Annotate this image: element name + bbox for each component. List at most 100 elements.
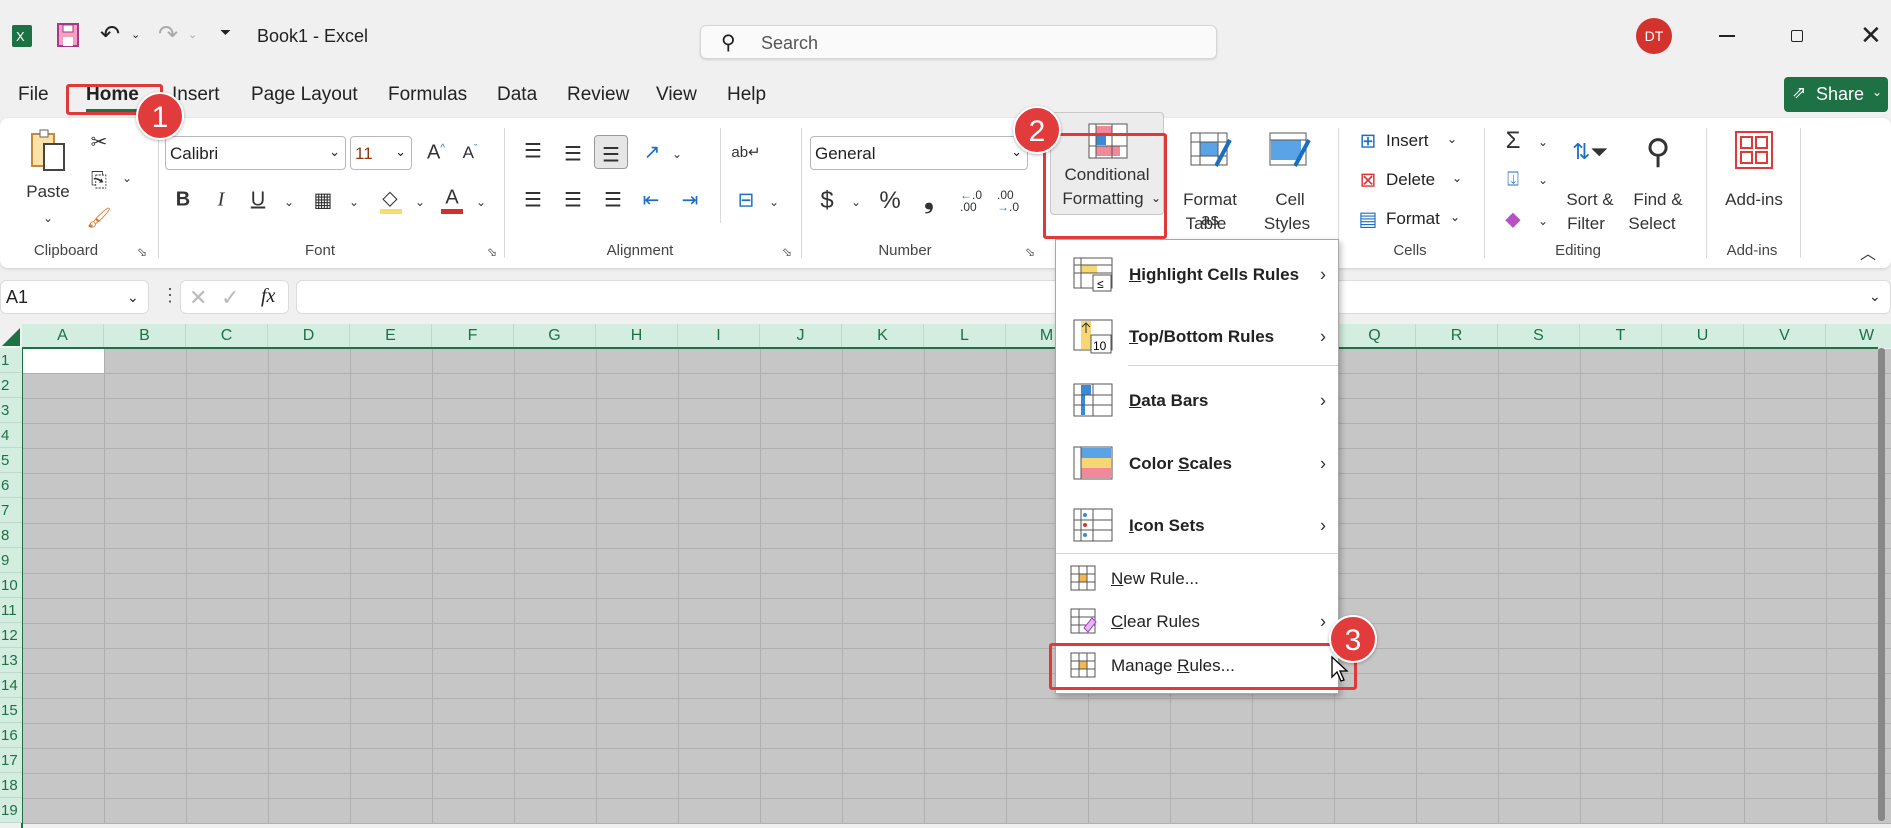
cell[interactable] <box>761 674 843 699</box>
cell[interactable] <box>1335 699 1417 724</box>
cell[interactable] <box>761 649 843 674</box>
cell[interactable] <box>433 449 515 474</box>
active-cell[interactable] <box>23 349 105 374</box>
chevron-down-icon[interactable]: ⌄ <box>1452 171 1462 185</box>
cell[interactable] <box>351 424 433 449</box>
cell[interactable] <box>515 674 597 699</box>
cell[interactable] <box>1499 624 1581 649</box>
cell[interactable] <box>23 674 105 699</box>
cell[interactable] <box>515 749 597 774</box>
cell[interactable] <box>1499 399 1581 424</box>
row-header[interactable]: 15 <box>0 698 22 723</box>
cell[interactable] <box>433 474 515 499</box>
bold-button[interactable]: B <box>176 189 190 212</box>
cell[interactable] <box>105 549 187 574</box>
tab-formulas[interactable]: Formulas <box>388 84 467 106</box>
cell[interactable] <box>761 474 843 499</box>
cell[interactable] <box>1581 524 1663 549</box>
cell[interactable] <box>433 749 515 774</box>
cell[interactable] <box>105 749 187 774</box>
cell[interactable] <box>351 699 433 724</box>
cell[interactable] <box>1745 749 1827 774</box>
cell[interactable] <box>761 574 843 599</box>
avatar[interactable]: DT <box>1636 18 1672 54</box>
cell[interactable] <box>515 549 597 574</box>
tab-review[interactable]: Review <box>567 84 629 106</box>
dialog-launcher-icon[interactable]: ⬂ <box>487 245 497 259</box>
cell[interactable] <box>187 649 269 674</box>
cell[interactable] <box>433 724 515 749</box>
cell[interactable] <box>351 524 433 549</box>
row-header[interactable]: 18 <box>0 773 22 798</box>
cell[interactable] <box>269 524 351 549</box>
column-header[interactable]: C <box>186 324 268 348</box>
cell[interactable] <box>1499 374 1581 399</box>
cell[interactable] <box>269 449 351 474</box>
cell[interactable] <box>1335 749 1417 774</box>
cell[interactable] <box>597 524 679 549</box>
cell[interactable] <box>843 549 925 574</box>
cell[interactable] <box>1581 474 1663 499</box>
cell[interactable] <box>105 524 187 549</box>
cell[interactable] <box>843 499 925 524</box>
cell[interactable] <box>761 774 843 799</box>
cell[interactable] <box>761 549 843 574</box>
cell[interactable] <box>1089 749 1171 774</box>
cell[interactable] <box>351 574 433 599</box>
column-header[interactable]: B <box>104 324 186 348</box>
cell[interactable] <box>925 774 1007 799</box>
cell[interactable] <box>1745 524 1827 549</box>
cell[interactable] <box>515 649 597 674</box>
cell[interactable] <box>515 449 597 474</box>
cell[interactable] <box>1417 424 1499 449</box>
decrease-indent-icon[interactable]: ⇤ <box>643 188 660 213</box>
cell[interactable] <box>843 749 925 774</box>
cell[interactable] <box>269 699 351 724</box>
cell[interactable] <box>1745 374 1827 399</box>
cell[interactable] <box>105 399 187 424</box>
cell[interactable] <box>1745 774 1827 799</box>
cell[interactable] <box>515 474 597 499</box>
cell[interactable] <box>23 624 105 649</box>
more-options-icon[interactable]: ⋮ <box>161 285 179 306</box>
cell[interactable] <box>1089 799 1171 824</box>
cell[interactable] <box>1417 699 1499 724</box>
cell[interactable] <box>925 749 1007 774</box>
cell[interactable] <box>1417 774 1499 799</box>
cell[interactable] <box>679 449 761 474</box>
cell[interactable] <box>351 499 433 524</box>
cell[interactable] <box>105 499 187 524</box>
cell[interactable] <box>1499 599 1581 624</box>
cell[interactable] <box>1663 799 1745 824</box>
cell[interactable] <box>761 699 843 724</box>
cell[interactable] <box>269 724 351 749</box>
cell[interactable] <box>843 449 925 474</box>
cell[interactable] <box>105 649 187 674</box>
row-header[interactable]: 16 <box>0 723 22 748</box>
cell[interactable] <box>351 449 433 474</box>
cell[interactable] <box>1417 474 1499 499</box>
align-left-icon[interactable]: ☰ <box>524 188 542 213</box>
cell[interactable] <box>1663 699 1745 724</box>
cell[interactable] <box>1581 399 1663 424</box>
add-ins-icon[interactable] <box>1734 130 1774 170</box>
find-select-label-2[interactable]: Select <box>1628 214 1675 234</box>
cell[interactable] <box>269 474 351 499</box>
align-right-icon[interactable]: ☰ <box>604 188 622 213</box>
cell[interactable] <box>597 399 679 424</box>
cell[interactable] <box>679 499 761 524</box>
cell[interactable] <box>925 449 1007 474</box>
cell[interactable] <box>1417 799 1499 824</box>
cell[interactable] <box>679 599 761 624</box>
cell[interactable] <box>597 749 679 774</box>
cell[interactable] <box>1663 424 1745 449</box>
cell[interactable] <box>515 599 597 624</box>
cell[interactable] <box>1499 649 1581 674</box>
cell[interactable] <box>1663 549 1745 574</box>
cell[interactable] <box>1581 649 1663 674</box>
cell[interactable] <box>925 374 1007 399</box>
cell[interactable] <box>1499 574 1581 599</box>
cell[interactable] <box>761 524 843 549</box>
cell[interactable] <box>351 674 433 699</box>
cell[interactable] <box>269 624 351 649</box>
